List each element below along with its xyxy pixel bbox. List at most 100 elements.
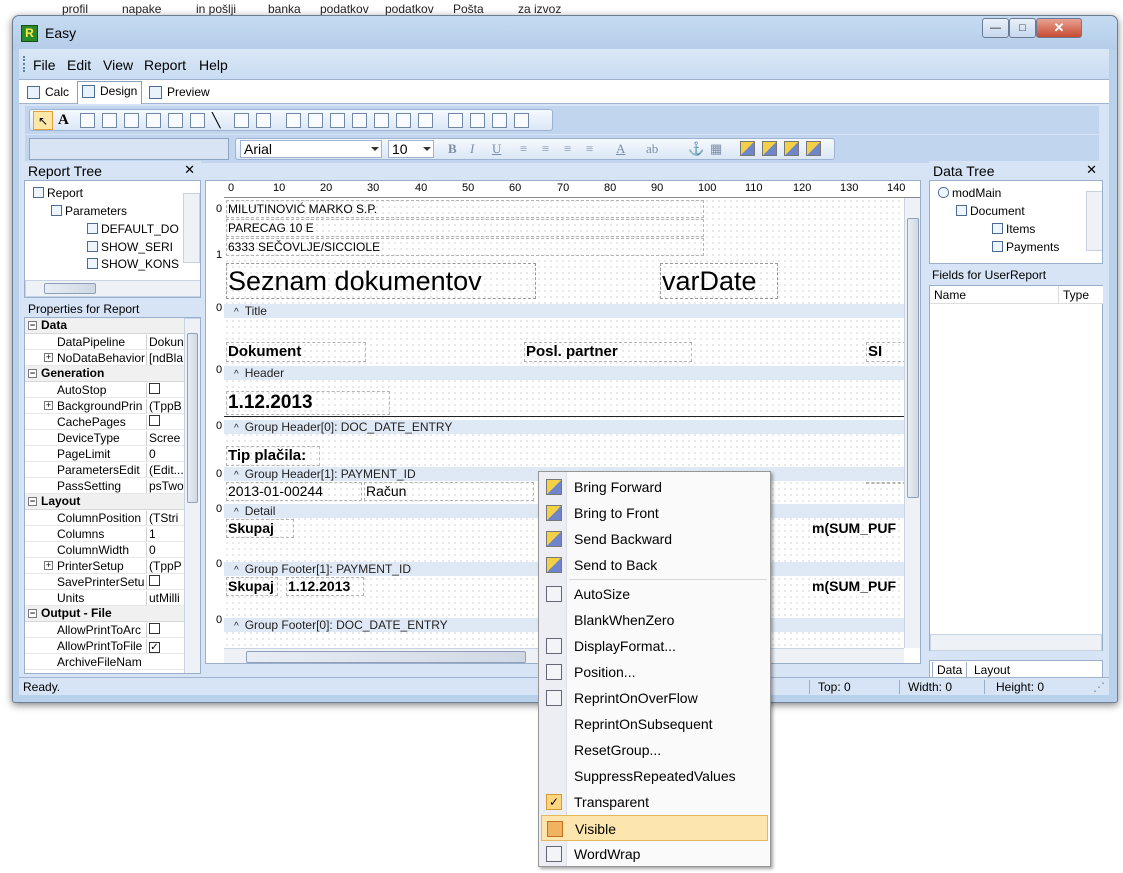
tree-item-modmain[interactable]: modMain xyxy=(938,186,1001,200)
menu-item-resetgroup[interactable]: ResetGroup... xyxy=(541,737,768,763)
company-name-label[interactable]: MILUTINOVIĆ MARKO S.P. xyxy=(226,200,704,218)
menu-item-displayformat[interactable]: DisplayFormat... xyxy=(541,633,768,659)
prop-row[interactable]: Units utMilli xyxy=(25,590,185,606)
dbcalc-tool-icon[interactable] xyxy=(352,113,367,128)
prop-row[interactable]: + BackgroundPrin (TppB xyxy=(25,398,185,414)
crossstab-tool-icon[interactable] xyxy=(492,113,507,128)
prop-row[interactable]: CachePages xyxy=(25,414,185,430)
italic-icon[interactable]: I xyxy=(470,141,474,157)
group-divider-line[interactable] xyxy=(224,416,904,417)
close-icon[interactable]: ✕ xyxy=(184,162,195,178)
menu-item-transparent[interactable]: ✓ Transparent xyxy=(541,789,768,815)
prop-value[interactable]: Dokun xyxy=(146,335,185,349)
prop-value[interactable] xyxy=(146,415,185,429)
systemvar-tool-icon[interactable] xyxy=(124,113,139,128)
menu-item-reprintonsubsequent[interactable]: ReprintOnSubsequent xyxy=(541,711,768,737)
scroll-thumb[interactable] xyxy=(187,333,198,503)
underline-icon[interactable]: U xyxy=(492,141,501,157)
prop-row[interactable]: ColumnPosition (TStri xyxy=(25,510,185,526)
brush-tool-icon[interactable] xyxy=(514,113,529,128)
band-header[interactable]: ^ Header xyxy=(224,366,904,380)
prop-row[interactable]: PageLimit 0 xyxy=(25,446,185,462)
region-tool-icon[interactable] xyxy=(448,113,463,128)
barcode-tool-icon[interactable] xyxy=(234,113,249,128)
dbmemo-tool-icon[interactable] xyxy=(308,113,323,128)
prop-value[interactable] xyxy=(146,623,185,637)
checkbox[interactable] xyxy=(149,383,160,394)
data-tree-vscroll[interactable] xyxy=(1086,191,1102,251)
prop-category[interactable]: − Data xyxy=(25,318,185,334)
report-tree-hscroll[interactable] xyxy=(25,280,200,297)
prop-row[interactable]: ColumnWidth 0 xyxy=(25,542,185,558)
fields-hscroll[interactable] xyxy=(930,634,1102,651)
prop-row[interactable]: AllowPrintToArc xyxy=(25,622,185,638)
footer-date-field[interactable]: 1.12.2013 xyxy=(286,577,364,596)
menu-item-bring-forward[interactable]: Bring Forward xyxy=(541,474,768,500)
document-number-field[interactable]: 2013-01-00244 xyxy=(226,482,362,501)
prop-row[interactable]: DataPipeline Dokun xyxy=(25,334,185,350)
send-to-back-icon[interactable] xyxy=(806,141,821,156)
minimize-button[interactable]: — xyxy=(982,18,1009,38)
menu-item-wordwrap[interactable]: WordWrap xyxy=(541,841,768,867)
menu-view[interactable]: View xyxy=(103,57,133,73)
document-type-field[interactable]: Račun xyxy=(364,482,534,501)
tree-item-payments[interactable]: Payments xyxy=(992,240,1059,254)
prop-category[interactable]: − Generation xyxy=(25,366,185,382)
send-backward-icon[interactable] xyxy=(784,141,799,156)
footer-sum-field[interactable]: m(SUM_PUF xyxy=(810,519,906,538)
checkbox[interactable] xyxy=(149,415,160,426)
prop-category[interactable]: − Layout xyxy=(25,494,185,510)
header-document-label[interactable]: Dokument xyxy=(226,342,366,362)
tree-item-parameter[interactable]: SHOW_KONS xyxy=(87,257,179,271)
justify-icon[interactable]: ≡ xyxy=(586,141,593,157)
prop-row[interactable]: Columns 1 xyxy=(25,526,185,542)
expand-icon[interactable]: + xyxy=(44,561,53,570)
properties-vscroll[interactable] xyxy=(184,318,200,673)
prop-value[interactable]: psTwo xyxy=(146,479,185,493)
tree-item-parameters[interactable]: Parameters xyxy=(51,204,127,218)
prop-row[interactable]: ArchiveFileNam xyxy=(25,654,185,670)
richtext-tool-icon[interactable] xyxy=(102,113,117,128)
tab-preview[interactable]: Preview xyxy=(145,83,214,103)
menu-item-bring-to-front[interactable]: Bring to Front xyxy=(541,500,768,526)
tree-item-parameter[interactable]: SHOW_SERI xyxy=(87,240,173,254)
prop-value[interactable]: (TppP xyxy=(146,559,185,573)
ruler-units-icon[interactable] xyxy=(206,181,224,198)
menu-help[interactable]: Help xyxy=(199,57,228,73)
menu-edit[interactable]: Edit xyxy=(67,57,91,73)
report-tree-vscroll[interactable] xyxy=(183,193,200,263)
tab-design[interactable]: Design xyxy=(77,81,143,104)
column-name[interactable]: Name xyxy=(930,286,1058,304)
font-size-select[interactable]: 10 xyxy=(388,140,434,158)
dbbarcode-tool-icon[interactable] xyxy=(396,113,411,128)
subreport-tool-icon[interactable] xyxy=(470,113,485,128)
component-name-combo[interactable] xyxy=(29,138,229,160)
align-right-icon[interactable]: ≡ xyxy=(564,141,571,157)
highlight-color-icon[interactable]: ab xyxy=(646,141,658,157)
scroll-thumb[interactable] xyxy=(907,218,919,498)
variable-tool-icon[interactable] xyxy=(146,113,161,128)
design-vscroll[interactable] xyxy=(904,198,920,648)
bring-to-front-icon[interactable] xyxy=(762,141,777,156)
bring-forward-icon[interactable] xyxy=(740,141,755,156)
menu-report[interactable]: Report xyxy=(144,57,186,73)
menu-item-reprintonoverflow[interactable]: ReprintOnOverFlow xyxy=(541,685,768,711)
prop-row[interactable]: DeviceType Scree xyxy=(25,430,185,446)
prop-value[interactable]: Scree xyxy=(146,431,185,445)
detail-extra-field[interactable] xyxy=(866,482,906,484)
line-tool-icon[interactable]: ╲ xyxy=(212,113,227,128)
image-tool-icon[interactable] xyxy=(168,113,183,128)
header-partner-label[interactable]: Posl. partner xyxy=(524,342,692,362)
menu-item-visible[interactable]: Visible xyxy=(541,815,768,841)
font-name-select[interactable]: Arial xyxy=(240,140,382,158)
font-color-icon[interactable]: A xyxy=(616,141,625,157)
footer-total-label[interactable]: Skupaj xyxy=(226,519,294,538)
dbimage-tool-icon[interactable] xyxy=(374,113,389,128)
header-extra-label[interactable]: SI xyxy=(866,342,906,362)
prop-row[interactable]: ParametersEdit (Edit... xyxy=(25,462,185,478)
menu-item-send-to-back[interactable]: Send to Back xyxy=(541,552,768,578)
tree-item-items[interactable]: Items xyxy=(992,222,1035,236)
expand-icon[interactable]: + xyxy=(44,353,53,362)
align-center-icon[interactable]: ≡ xyxy=(542,141,549,157)
prop-value[interactable]: 1 xyxy=(146,527,185,541)
